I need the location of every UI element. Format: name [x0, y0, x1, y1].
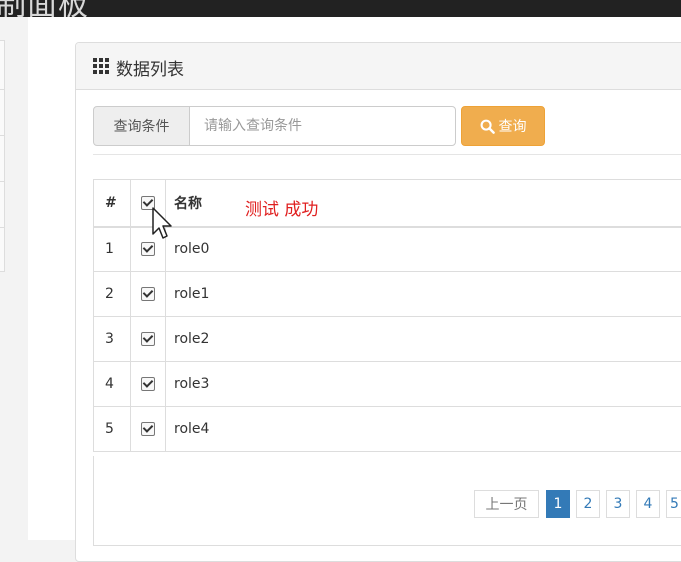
top-navbar: 制面板: [0, 0, 681, 17]
row-name: role4: [166, 407, 681, 452]
sidebar-fragment: [0, 40, 5, 272]
cursor-arrow-icon: [149, 206, 177, 242]
row-checkbox[interactable]: [141, 332, 155, 346]
pagination-page-2[interactable]: 2: [576, 490, 600, 518]
panel-title: 数据列表: [116, 55, 184, 80]
data-table: # 名称 1 role0 2 role1 3 role2 4 role3: [93, 179, 681, 452]
table-header-row: # 名称: [94, 180, 681, 227]
divider: [93, 154, 681, 155]
row-name: role2: [166, 317, 681, 362]
search-icon: [480, 119, 495, 134]
table-row: 3 role2: [94, 317, 681, 362]
search-button[interactable]: 查询: [461, 106, 545, 146]
sidebar-divider: [0, 89, 5, 90]
row-name: role0: [166, 227, 681, 272]
row-num: 4: [94, 362, 131, 407]
row-name: role1: [166, 272, 681, 317]
header-num: #: [94, 180, 131, 227]
row-checkbox-cell: [131, 362, 166, 407]
pagination-page-1[interactable]: 1: [546, 490, 570, 518]
table-row: 1 role0: [94, 227, 681, 272]
pagination-page-5[interactable]: 5: [666, 490, 681, 518]
pagination-page-3[interactable]: 3: [606, 490, 630, 518]
row-num: 2: [94, 272, 131, 317]
test-annotation: 测试 成功: [245, 195, 318, 220]
row-num: 5: [94, 407, 131, 452]
row-checkbox[interactable]: [141, 377, 155, 391]
pagination-page-4[interactable]: 4: [636, 490, 660, 518]
row-checkbox[interactable]: [141, 287, 155, 301]
grid-icon: [93, 58, 109, 74]
sidebar-divider: [0, 181, 5, 182]
table-row: 4 role3: [94, 362, 681, 407]
sidebar-divider: [0, 135, 5, 136]
row-name: role3: [166, 362, 681, 407]
row-checkbox-cell: [131, 272, 166, 317]
row-checkbox-cell: [131, 407, 166, 452]
app-title: 制面板: [0, 0, 89, 17]
panel-heading: 数据列表: [76, 43, 681, 90]
row-checkbox-cell: [131, 317, 166, 362]
pagination-prev[interactable]: 上一页: [474, 490, 539, 518]
search-addon-label: 查询条件: [93, 106, 190, 146]
sidebar-divider: [0, 227, 5, 228]
search-input[interactable]: [189, 106, 456, 146]
search-button-label: 查询: [499, 116, 527, 136]
table-row: 2 role1: [94, 272, 681, 317]
table-row: 5 role4: [94, 407, 681, 452]
header-name: 名称: [166, 180, 681, 227]
row-num: 3: [94, 317, 131, 362]
row-checkbox[interactable]: [141, 242, 155, 256]
row-num: 1: [94, 227, 131, 272]
row-checkbox[interactable]: [141, 422, 155, 436]
